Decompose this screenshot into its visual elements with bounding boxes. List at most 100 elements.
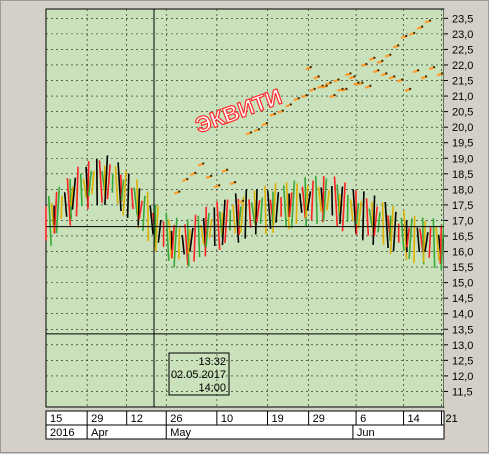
series-point-dot	[337, 78, 339, 80]
band-stick	[383, 202, 384, 245]
series-point-dot	[405, 35, 407, 37]
crosshair-date: 02.05.2017	[171, 369, 226, 381]
x-month-label: 2016	[50, 427, 74, 439]
plot-area[interactable]	[46, 9, 444, 407]
series-point-dot	[417, 69, 419, 71]
band-stick	[148, 192, 149, 241]
series-point-dot	[290, 103, 292, 105]
series-point-dot	[329, 82, 331, 84]
y-tick-label: 15,0	[452, 278, 473, 290]
series-point-dot	[266, 122, 268, 124]
band-stick	[305, 177, 306, 227]
band-stick	[238, 199, 239, 235]
y-tick-label: 17,5	[452, 200, 473, 212]
series-point-dot	[409, 88, 411, 90]
series-point-dot	[441, 72, 443, 74]
series-point-dot	[361, 82, 363, 84]
band-stick	[61, 196, 62, 219]
series-point-dot	[397, 44, 399, 46]
y-tick-label: 23,0	[452, 29, 473, 41]
x-month-label: Jun	[357, 427, 375, 439]
y-tick-label: 22,0	[452, 60, 473, 72]
x-day-label: 21	[446, 413, 458, 425]
series-point-dot	[433, 66, 435, 68]
band-stick	[205, 207, 206, 257]
series-point-dot	[318, 75, 320, 77]
band-stick	[179, 228, 180, 259]
crosshair-value: 13.32	[198, 356, 226, 368]
series-point-dot	[186, 178, 188, 180]
y-tick-label: 18,0	[452, 184, 473, 196]
band-stick	[390, 216, 391, 241]
y-tick-label: 20,5	[452, 107, 473, 119]
y-tick-label: 13,5	[452, 324, 473, 336]
y-tick-label: 21,0	[452, 91, 473, 103]
x-day-label: 10	[221, 413, 233, 425]
equity-chart[interactable]: 16.8 23,523,022,522,021,521,020,520,019,…	[1, 1, 489, 454]
series-point-dot	[310, 66, 312, 68]
x-day-label: 26	[170, 413, 182, 425]
x-day-label: 29	[313, 413, 325, 425]
y-tick-label: 19,0	[452, 153, 473, 165]
y-axis: 23,5 23,0 22,5 22,0 21,5 21,0 20,5 20,0 19,5 19,0…	[444, 9, 488, 407]
series-point-dot	[242, 200, 244, 202]
series-point-dot	[258, 128, 260, 130]
series-point-dot	[421, 26, 423, 28]
series-point-dot	[274, 113, 276, 115]
x-month-label: May	[170, 427, 191, 439]
y-tick-label: 20,0	[452, 122, 473, 134]
series-point-dot	[365, 63, 367, 65]
series-point-dot	[210, 175, 212, 177]
band-stick	[88, 161, 89, 209]
band-stick	[356, 190, 357, 234]
y-tick-label: 23,5	[452, 13, 473, 25]
series-point-dot	[393, 75, 395, 77]
band-stick	[296, 183, 297, 224]
y-tick-label: 16,0	[452, 247, 473, 259]
series-point-dot	[357, 82, 359, 84]
x-axis: 15291226101929614212016AprMayJun	[46, 411, 458, 439]
y-tick-label: 15,5	[452, 262, 473, 274]
chart-window: 16.8 23,523,022,522,021,521,020,520,019,…	[0, 0, 489, 453]
series-point-dot	[178, 190, 180, 192]
series-point-dot	[429, 19, 431, 21]
series-point-dot	[349, 72, 351, 74]
series-point-dot	[373, 57, 375, 59]
x-day-label: 6	[360, 413, 366, 425]
band-stick	[363, 191, 364, 240]
series-point-dot	[234, 181, 236, 183]
y-tick-label: 12,0	[452, 371, 473, 383]
series-point-dot	[194, 172, 196, 174]
x-day-label: 14	[408, 413, 420, 425]
x-day-label: 19	[271, 413, 283, 425]
series-point-dot	[250, 131, 252, 133]
x-day-label: 15	[50, 413, 62, 425]
y-tick-label: 12,5	[452, 355, 473, 367]
series-point-dot	[306, 94, 308, 96]
series-point-dot	[401, 78, 403, 80]
series-point-dot	[282, 110, 284, 112]
band-stick	[414, 216, 415, 263]
series-point-dot	[314, 88, 316, 90]
crosshair-time: 14:00	[198, 382, 226, 394]
series-point-dot	[298, 97, 300, 99]
x-day-label: 29	[91, 413, 103, 425]
y-tick-label: 16,5	[452, 231, 473, 243]
y-tick-label: 14,0	[452, 309, 473, 321]
y-tick-label: 22,5	[452, 44, 473, 56]
series-point-dot	[377, 69, 379, 71]
series-point-dot	[389, 54, 391, 56]
y-tick-label: 13,0	[452, 340, 473, 352]
y-tick-label: 21,5	[452, 76, 473, 88]
series-point-dot	[226, 169, 228, 171]
series-point-dot	[345, 88, 347, 90]
series-point-dot	[353, 75, 355, 77]
series-point-dot	[369, 85, 371, 87]
band-stick	[332, 186, 333, 215]
y-tick-label: 19,5	[452, 138, 473, 150]
series-point-dot	[202, 162, 204, 164]
series-point-dot	[381, 60, 383, 62]
series-point-dot	[385, 72, 387, 74]
x-month-label: Apr	[91, 427, 108, 439]
series-point-dot	[333, 94, 335, 96]
